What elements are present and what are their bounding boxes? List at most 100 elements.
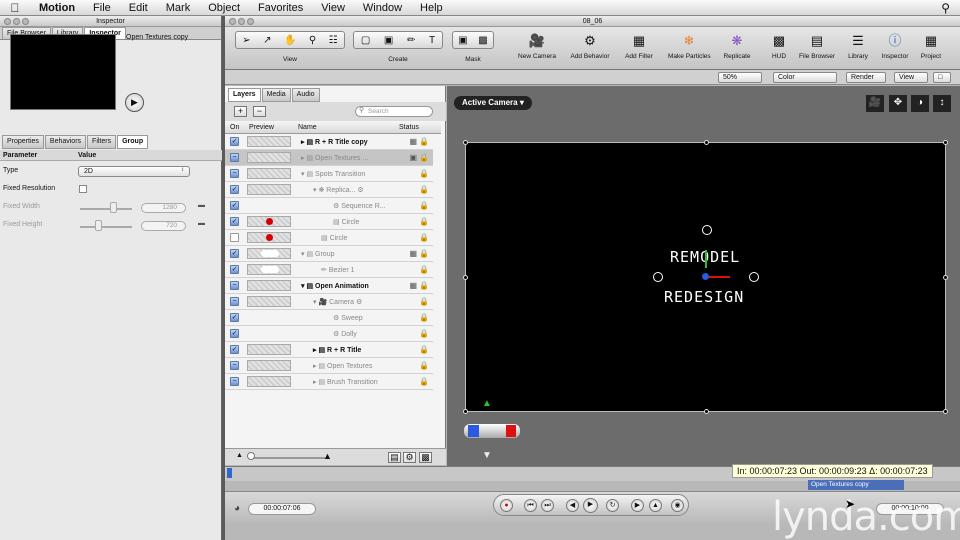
fixed-width-field[interactable]: 1280 [141, 203, 186, 213]
tab-audio[interactable]: Audio [291, 88, 320, 102]
fixed-width-reset-icon[interactable]: ▬ [198, 202, 205, 209]
mask-rect-icon[interactable]: ▣ [458, 35, 467, 46]
layer-enable-checkbox[interactable]: − [230, 281, 239, 290]
fixed-height-reset-icon[interactable]: ▬ [198, 220, 205, 227]
canvas-handle[interactable] [463, 140, 468, 145]
canvas-handle[interactable] [704, 140, 709, 145]
prev-frame-button[interactable]: ◀ [566, 499, 579, 512]
menu-edit[interactable]: Edit [120, 2, 157, 14]
make-particles-button[interactable]: ❄ Make Particles [668, 33, 711, 60]
replicate-button[interactable]: ❋ Replicate [716, 33, 758, 60]
record-button[interactable]: ● [500, 499, 513, 512]
layer-row[interactable]: ✓ ▸ ▤ R + R Title copy ▦ 🔒 [225, 134, 433, 150]
fixed-height-slider-thumb[interactable] [95, 220, 102, 231]
lock-icon[interactable]: 🔒 [419, 345, 429, 354]
layer-enable-checkbox[interactable]: − [230, 377, 239, 386]
canvas-handle[interactable] [463, 409, 468, 414]
tab-layers[interactable]: Layers [228, 88, 261, 102]
layer-row[interactable]: − ▾ 🎥 Camera ⚙ 🔒 [225, 294, 433, 310]
tab-properties[interactable]: Properties [2, 135, 44, 149]
canvas-handle[interactable] [943, 409, 948, 414]
preview-play-button[interactable]: ▶ [125, 93, 144, 112]
loop-button[interactable]: ↻ [606, 499, 619, 512]
orbit-view-icon[interactable]: ◑ [911, 95, 929, 112]
layer-enable-checkbox[interactable]: − [230, 361, 239, 370]
layer-row[interactable]: ✓ ⚙ Dolly 🔒 [225, 326, 433, 342]
layer-row[interactable]: − ▾ ▤ Open Animation ▦ 🔒 [225, 278, 433, 294]
pan-view-icon[interactable]: ✥ [889, 95, 907, 112]
layout-icon-3[interactable]: ▩ [419, 452, 432, 463]
menu-help[interactable]: Help [411, 2, 452, 14]
new-camera-button[interactable]: 🎥 New Camera [516, 33, 558, 60]
layout-icon-1[interactable]: ▤ [388, 452, 401, 463]
close-window-icon[interactable] [229, 18, 236, 25]
view-layout-popup[interactable]: □ [933, 72, 951, 83]
lock-icon[interactable]: 🔒 [419, 201, 429, 210]
layer-row[interactable]: − ▾ ▤ Spots Transition 🔒 [225, 166, 433, 182]
layer-row[interactable]: ✓ ▤ Circle 🔒 [225, 214, 433, 230]
canvas-frame[interactable]: REMODEL REDESIGN [463, 140, 948, 414]
add-filter-button[interactable]: ▦ Add Filter [618, 33, 660, 60]
layer-row[interactable]: ✓ ⚙ Sweep 🔒 [225, 310, 433, 326]
layer-row[interactable]: ▤ Circle 🔒 [225, 230, 433, 246]
layout-icon-2[interactable]: ⚙ [403, 452, 416, 463]
layer-enable-checkbox[interactable] [230, 233, 239, 242]
lock-icon[interactable]: 🔒 [419, 249, 429, 258]
layer-enable-checkbox[interactable]: ✓ [230, 313, 239, 322]
adjust-tool-icon[interactable]: ↗ [263, 35, 271, 46]
channel-popup[interactable]: Color [773, 72, 837, 83]
pen-tool-icon[interactable]: ✏ [407, 35, 415, 46]
menu-view[interactable]: View [312, 2, 354, 14]
layer-enable-checkbox[interactable]: ✓ [230, 265, 239, 274]
menu-object[interactable]: Object [199, 2, 249, 14]
col-status[interactable]: Status [399, 124, 419, 131]
lock-icon[interactable]: 🔒 [419, 153, 429, 162]
col-on[interactable]: On [230, 124, 239, 131]
layer-enable-checkbox[interactable]: ✓ [230, 201, 239, 210]
lock-icon[interactable]: 🔒 [419, 169, 429, 178]
select-tool-icon[interactable]: ➢ [242, 35, 250, 46]
apple-icon[interactable]:  [0, 1, 30, 15]
rectangle-tool-icon[interactable]: ▢ [361, 35, 370, 46]
fixed-width-slider[interactable] [80, 208, 132, 210]
layer-row[interactable]: − ▸ ▤ Brush Transition 🔒 [225, 374, 433, 390]
playhead[interactable] [227, 468, 232, 478]
play-button[interactable]: ▶ [583, 498, 598, 513]
hud-button[interactable]: ▩ HUD [758, 33, 800, 60]
layer-enable-checkbox[interactable]: − [230, 297, 239, 306]
orbit-tool-icon[interactable]: ☷ [329, 35, 338, 46]
layer-row[interactable]: ✓ ⚙ Sequence R... 🔒 [225, 198, 433, 214]
thumb-size-slider[interactable] [253, 457, 325, 459]
col-name[interactable]: Name [298, 124, 317, 131]
view-popup[interactable]: View [894, 72, 928, 83]
type-popup[interactable]: 2D [78, 166, 190, 177]
layer-enable-checkbox[interactable]: − [230, 153, 239, 162]
layer-row[interactable]: ✓ ✏ Bezier 1 🔒 [225, 262, 433, 278]
fixed-width-slider-thumb[interactable] [110, 202, 117, 213]
current-time-field[interactable]: 00:00:07:06 [248, 503, 316, 515]
canvas-handle[interactable] [463, 275, 468, 280]
layer-enable-checkbox[interactable]: ✓ [230, 249, 239, 258]
camera-view-icon[interactable]: 🎥 [866, 95, 884, 112]
x-axis-handle[interactable] [706, 276, 730, 278]
audio-button[interactable]: ◉ [671, 499, 684, 512]
file-browser-button[interactable]: ▤ File Browser [796, 33, 838, 60]
lock-icon[interactable]: 🔒 [419, 361, 429, 370]
tab-media[interactable]: Media [261, 88, 291, 102]
layer-enable-checkbox[interactable]: ✓ [230, 329, 239, 338]
fixed-height-slider[interactable] [80, 226, 132, 228]
remove-layer-button[interactable]: − [253, 106, 266, 117]
text-tool-icon[interactable]: T [429, 35, 435, 46]
dolly-view-icon[interactable]: ↕ [933, 95, 951, 112]
fixed-height-field[interactable]: 720 [141, 221, 186, 231]
lock-icon[interactable]: 🔒 [419, 233, 429, 242]
layer-enable-checkbox[interactable]: − [230, 169, 239, 178]
layer-enable-checkbox[interactable]: ✓ [230, 137, 239, 146]
lock-icon[interactable]: 🔒 [419, 265, 429, 274]
transform-handle-top[interactable] [702, 225, 712, 235]
lock-icon[interactable]: 🔒 [419, 217, 429, 226]
minimize-window-icon[interactable] [238, 18, 245, 25]
layer-row-selected[interactable]: − ▸ ▤ Open Textures ... ▣ 🔒 [225, 150, 433, 166]
render-popup[interactable]: Render [846, 72, 886, 83]
menu-app[interactable]: Motion [30, 2, 84, 14]
